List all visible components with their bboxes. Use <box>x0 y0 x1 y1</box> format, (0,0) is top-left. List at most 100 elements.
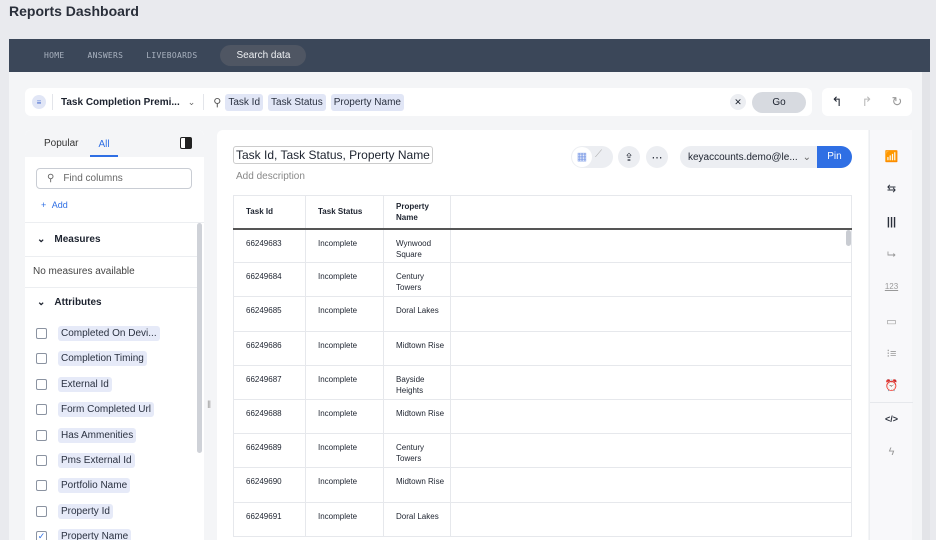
tab-popular[interactable]: Popular <box>44 138 78 149</box>
tab-all[interactable]: All <box>90 133 118 157</box>
answer-title-input[interactable]: Task Id, Task Status, Property Name <box>233 146 433 164</box>
swap-icon[interactable]: ⇆ <box>870 182 913 195</box>
table-cell[interactable]: Incomplete <box>305 364 384 400</box>
attribute-item[interactable]: Portfolio Name <box>36 478 131 494</box>
alert-icon[interactable]: ⏰ <box>870 379 913 392</box>
page-scrollbar[interactable] <box>922 72 930 540</box>
results-table: Task Id Task Status Property Name 662496… <box>233 195 852 537</box>
column-header[interactable]: Property Name <box>383 195 451 230</box>
search-token[interactable]: Property Name <box>330 93 404 111</box>
checkbox[interactable] <box>36 404 47 416</box>
reset-icon[interactable]: ↻ <box>892 94 903 110</box>
source-selector[interactable]: Task Completion Premi... <box>61 97 180 108</box>
table-cell[interactable]: 66249691 <box>233 501 306 537</box>
table-cell[interactable]: Incomplete <box>305 262 384 298</box>
table-cell[interactable]: Midtown Rise <box>383 467 451 503</box>
pin-button[interactable]: Pin <box>817 146 852 168</box>
table-cell[interactable]: 66249686 <box>233 330 306 366</box>
table-cell[interactable]: Incomplete <box>305 467 384 503</box>
columns-icon[interactable]: ||| <box>870 216 913 228</box>
chart-icon[interactable]: 📶 <box>870 150 913 163</box>
add-description[interactable]: Add description <box>236 171 305 182</box>
table-cell[interactable]: Doral Lakes <box>383 501 451 537</box>
table-cell[interactable]: Doral Lakes <box>383 296 451 332</box>
source-icon[interactable]: ≡ <box>32 95 46 109</box>
attribute-label: External Id <box>58 376 112 392</box>
attribute-label: Completed On Devi... <box>58 326 160 341</box>
table-cell[interactable]: 66249685 <box>233 296 306 332</box>
table-cell[interactable]: 66249690 <box>233 467 306 503</box>
table-cell[interactable]: 66249689 <box>233 433 306 469</box>
checkbox[interactable] <box>36 480 47 492</box>
table-cell[interactable]: Midtown Rise <box>383 330 451 366</box>
checkbox[interactable] <box>36 328 47 339</box>
search-token[interactable]: Task Id <box>225 93 264 111</box>
table-cell[interactable]: 66249683 <box>233 227 306 264</box>
table-cell[interactable]: Century Towers <box>383 262 451 298</box>
right-toolbar: 📶 ⇆ ||| ⮡ 123 ▭ ⁝≡ ⏰ </> ϟ <box>869 130 913 540</box>
attribute-item[interactable]: Form Completed Url <box>36 402 155 418</box>
search-data-button[interactable]: Search data <box>220 45 307 66</box>
list-icon[interactable]: ⁝≡ <box>870 347 913 360</box>
table-cell[interactable]: Incomplete <box>305 296 384 332</box>
attribute-item[interactable]: Completion Timing <box>36 351 147 367</box>
go-button[interactable]: Go <box>752 91 806 113</box>
table-cell[interactable]: Incomplete <box>305 227 384 264</box>
chart-view-icon[interactable]: ⟋ <box>595 149 602 160</box>
measures-header[interactable]: ⌄ Measures <box>37 234 101 245</box>
undo-icon[interactable]: ↰ <box>832 94 843 110</box>
table-cell[interactable]: Midtown Rise <box>383 398 451 435</box>
table-scrollbar[interactable] <box>846 230 851 246</box>
more-options-icon[interactable]: ⋯ <box>646 146 668 168</box>
nav-answers[interactable]: ANSWERS <box>87 51 123 60</box>
table-view-icon[interactable]: ▦ <box>572 147 592 167</box>
checkbox[interactable]: ✓ <box>36 531 47 540</box>
attributes-header[interactable]: ⌄ Attributes <box>37 297 102 308</box>
table-row: 66249687 Incomplete Bayside Heights <box>233 364 852 400</box>
attribute-item[interactable]: Completed On Devi... <box>36 326 160 341</box>
axis-icon[interactable]: ⮡ <box>870 249 913 262</box>
find-columns-input[interactable]: ⚲ Find columns <box>36 168 192 189</box>
attribute-item[interactable]: Pms External Id <box>36 453 135 468</box>
column-header[interactable]: Task Status <box>305 195 384 230</box>
table-cell[interactable]: 66249688 <box>233 398 306 435</box>
resize-handle[interactable]: ‖ <box>207 400 211 411</box>
table-cell[interactable]: Bayside Heights <box>383 364 451 400</box>
nav-liveboards[interactable]: LIVEBOARDS <box>146 51 197 60</box>
user-selector[interactable]: keyaccounts.demo@le... ⌄ <box>680 146 817 168</box>
table-cell[interactable]: 66249687 <box>233 364 306 400</box>
attribute-item[interactable]: ✓ Property Name <box>36 529 132 540</box>
table-cell[interactable]: Wynwood Square <box>383 227 451 264</box>
attribute-item[interactable]: External Id <box>36 376 112 392</box>
table-cell[interactable]: Incomplete <box>305 501 384 537</box>
attribute-item[interactable]: Has Ammenities <box>36 427 137 443</box>
attribute-item[interactable]: Property Id <box>36 503 113 519</box>
checkbox[interactable] <box>36 353 47 365</box>
add-column-button[interactable]: + Add <box>41 200 68 210</box>
search-token[interactable]: Task Status <box>268 93 326 111</box>
redo-icon[interactable]: ↱ <box>862 94 873 110</box>
checkbox[interactable] <box>36 429 47 441</box>
nav-home[interactable]: HOME <box>44 51 64 60</box>
table-cell[interactable]: Incomplete <box>305 330 384 366</box>
table-cell[interactable]: Incomplete <box>305 398 384 435</box>
lightning-icon[interactable]: ϟ <box>870 446 913 458</box>
clear-search-button[interactable]: ✕ <box>730 94 746 110</box>
attribute-label: Form Completed Url <box>58 402 155 418</box>
table-cell[interactable]: 66249684 <box>233 262 306 298</box>
column-header[interactable]: Task Id <box>233 195 306 230</box>
collapse-panel-icon[interactable] <box>180 137 192 149</box>
checkbox[interactable] <box>36 378 47 390</box>
table-cell[interactable]: Incomplete <box>305 433 384 469</box>
table-row: 66249686 Incomplete Midtown Rise <box>233 330 852 366</box>
display-icon[interactable]: ▭ <box>870 315 913 328</box>
number-format-icon[interactable]: 123 <box>870 282 913 291</box>
chevron-down-icon: ⌄ <box>37 297 46 308</box>
table-cell[interactable]: Century Towers <box>383 433 451 469</box>
chevron-down-icon[interactable]: ⌄ <box>188 97 196 108</box>
embed-code-icon[interactable]: </> <box>870 414 913 424</box>
checkbox[interactable] <box>36 505 47 517</box>
share-icon[interactable]: ⇪ <box>618 146 640 168</box>
panel-scrollbar[interactable] <box>197 223 202 453</box>
checkbox[interactable] <box>36 455 47 466</box>
